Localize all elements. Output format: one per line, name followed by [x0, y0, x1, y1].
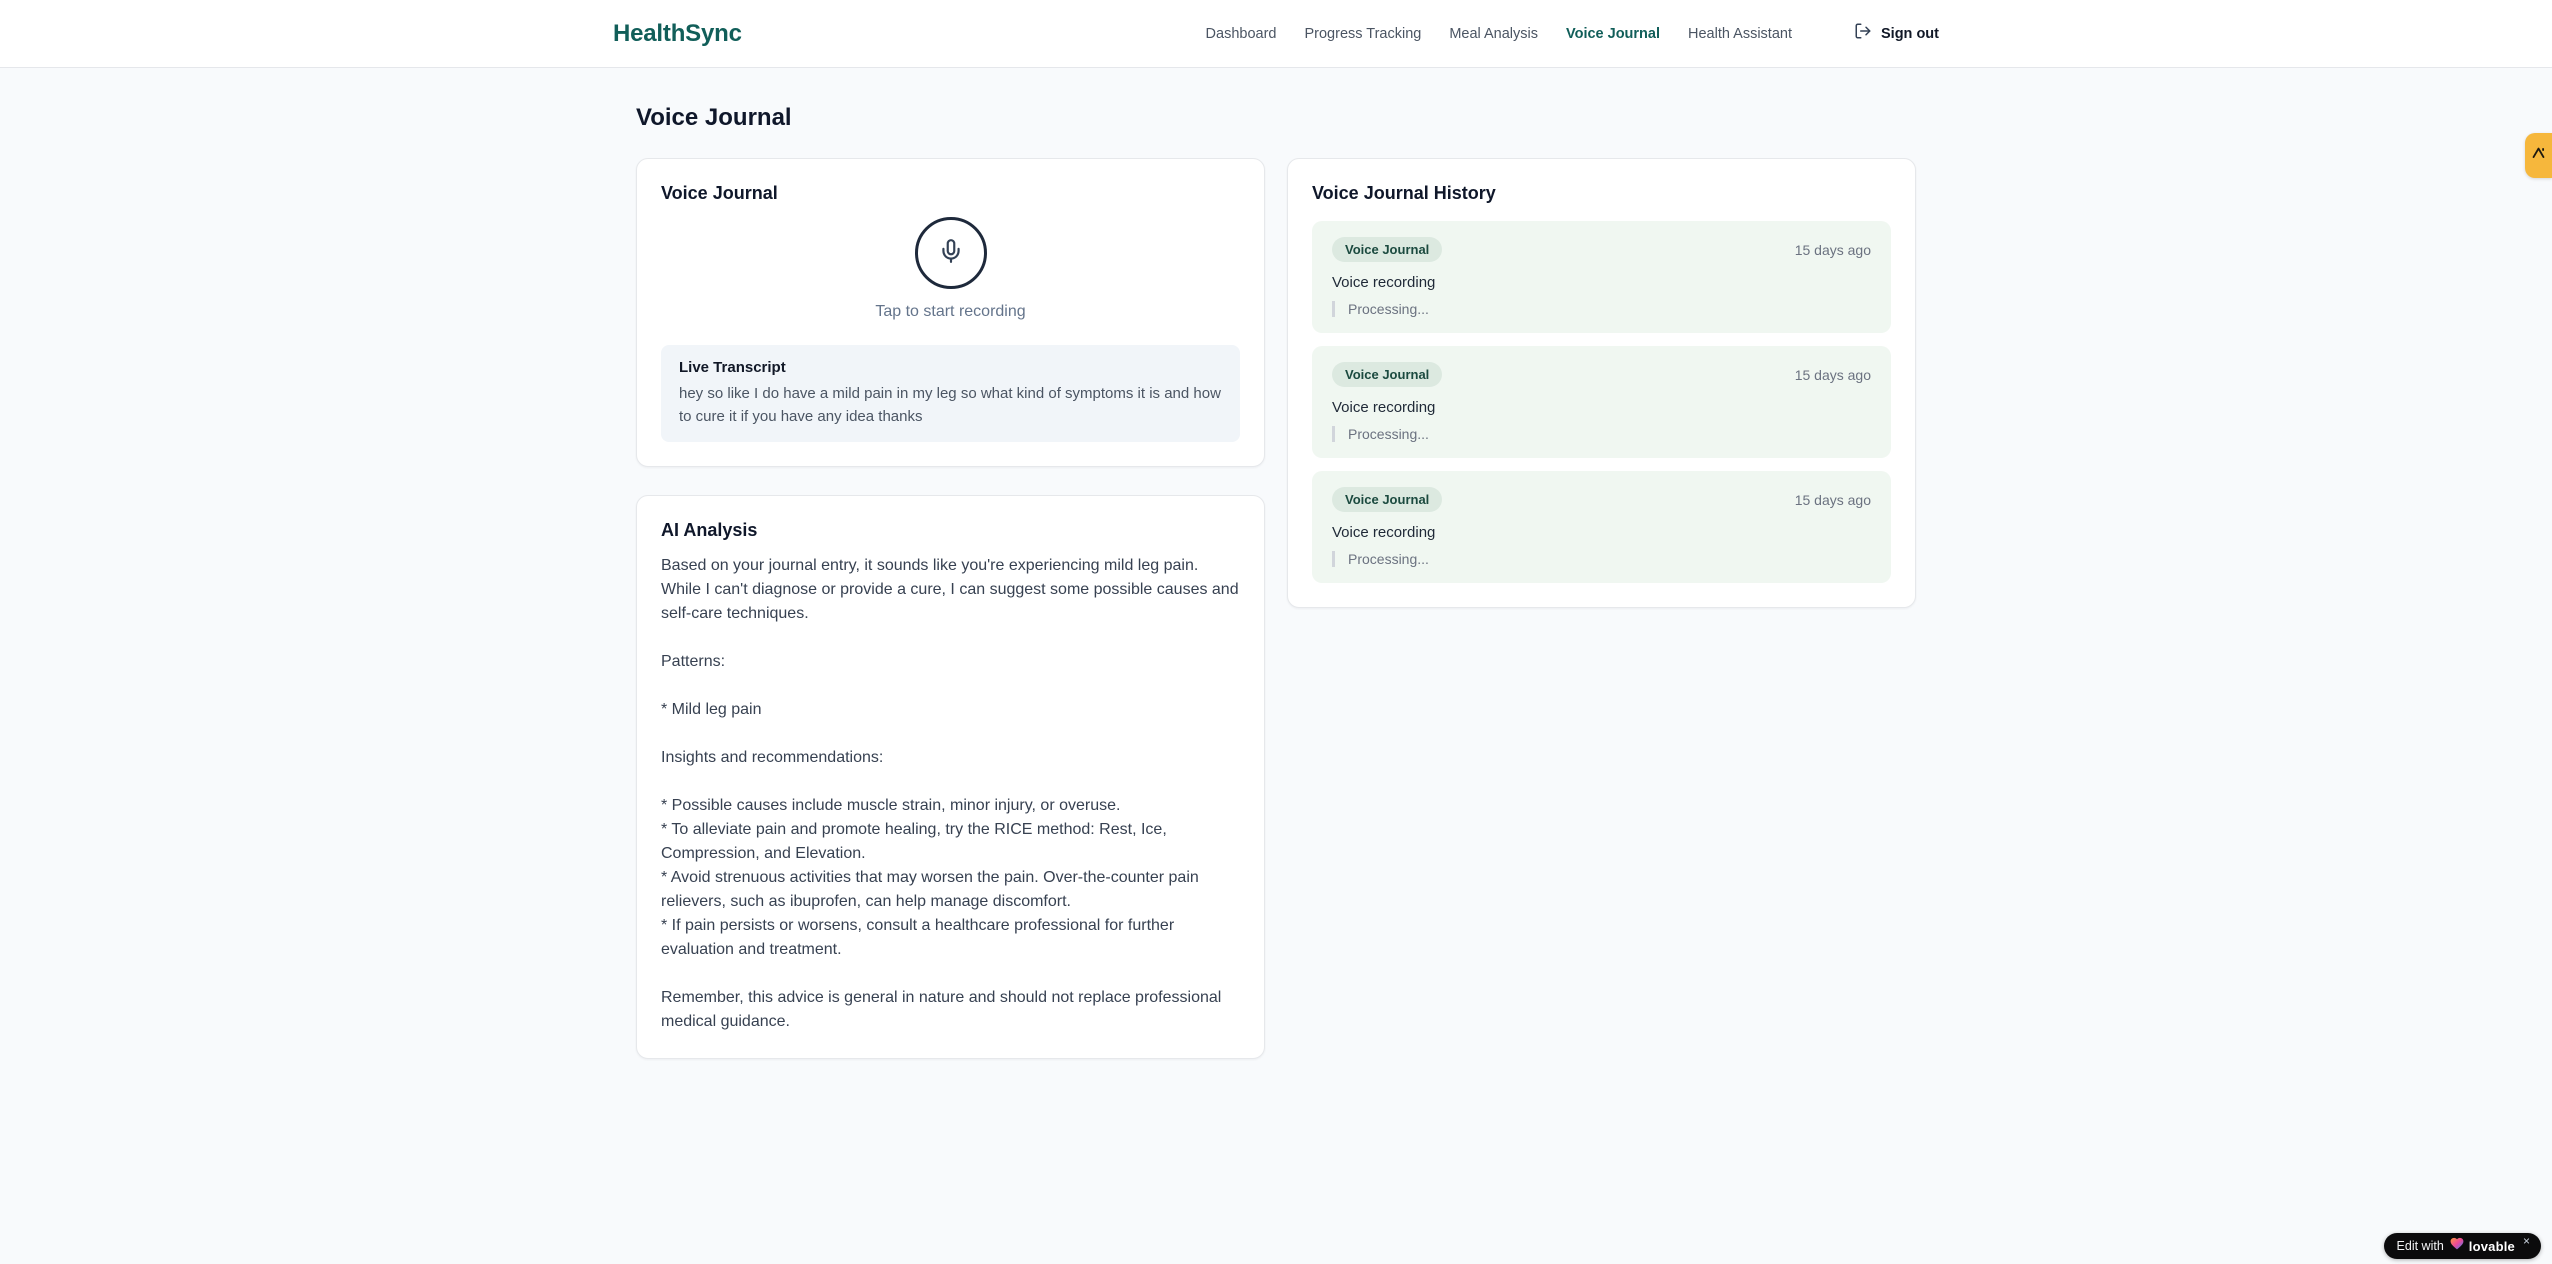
- recorder-card-title: Voice Journal: [661, 183, 778, 203]
- entry-title: Voice recording: [1332, 524, 1436, 541]
- nav-meal-analysis[interactable]: Meal Analysis: [1449, 26, 1538, 42]
- history-entry[interactable]: Voice Journal 15 days ago Voice recordin…: [1312, 471, 1891, 583]
- badge-close-icon[interactable]: ×: [2523, 1234, 2530, 1248]
- tap-to-record-hint: Tap to start recording: [875, 303, 1026, 320]
- entry-status: Processing...: [1332, 551, 1871, 567]
- entry-type-badge: Voice Journal: [1332, 362, 1443, 387]
- entry-title: Voice recording: [1332, 274, 1436, 291]
- history-card-title: Voice Journal History: [1312, 183, 1496, 203]
- sign-out-label: Sign out: [1881, 25, 1939, 42]
- app-logo[interactable]: HealthSync: [613, 20, 742, 48]
- log-out-icon: [1854, 22, 1872, 45]
- page-title: Voice Journal: [636, 104, 792, 131]
- entry-timestamp: 15 days ago: [1794, 241, 1871, 258]
- live-transcript-text: hey so like I do have a mild pain in my …: [679, 385, 1221, 425]
- entry-status: Processing...: [1332, 426, 1871, 442]
- main-nav: Dashboard Progress Tracking Meal Analysi…: [1206, 22, 1939, 45]
- entry-status: Processing...: [1332, 301, 1871, 317]
- lovable-brand-label: lovable: [2468, 1238, 2515, 1254]
- header: HealthSync Dashboard Progress Tracking M…: [0, 0, 2552, 68]
- main-content: Voice Journal Voice Journal Tap to start…: [636, 68, 1916, 1059]
- history-entry[interactable]: Voice Journal 15 days ago Voice recordin…: [1312, 221, 1891, 333]
- voice-journal-history-card: Voice Journal History Voice Journal 15 d…: [1287, 158, 1916, 608]
- history-entry[interactable]: Voice Journal 15 days ago Voice recordin…: [1312, 346, 1891, 458]
- nav-progress-tracking[interactable]: Progress Tracking: [1304, 26, 1421, 42]
- ai-analysis-body: Based on your journal entry, it sounds l…: [661, 557, 1239, 1030]
- caret-logo-icon: [2530, 145, 2547, 167]
- nav-voice-journal[interactable]: Voice Journal: [1566, 26, 1660, 42]
- record-button[interactable]: [914, 217, 987, 289]
- entry-title: Voice recording: [1332, 399, 1436, 416]
- history-list: Voice Journal 15 days ago Voice recordin…: [1312, 221, 1891, 583]
- live-transcript-box: Live Transcript hey so like I do have a …: [661, 345, 1240, 442]
- microphone-icon: [938, 238, 964, 269]
- ai-analysis-card: AI Analysis Based on your journal entry,…: [636, 495, 1265, 1059]
- entry-type-badge: Voice Journal: [1332, 487, 1443, 512]
- edge-logo-tab[interactable]: [2525, 133, 2552, 178]
- entry-type-badge: Voice Journal: [1332, 237, 1443, 262]
- lovable-prefix-label: Edit with: [2396, 1239, 2444, 1253]
- nav-health-assistant[interactable]: Health Assistant: [1688, 26, 1792, 42]
- live-transcript-title: Live Transcript: [679, 359, 786, 376]
- voice-recorder-card: Voice Journal Tap to start recording Liv…: [636, 158, 1265, 467]
- entry-timestamp: 15 days ago: [1794, 491, 1871, 508]
- gradient-heart-icon: [2450, 1237, 2469, 1255]
- entry-timestamp: 15 days ago: [1794, 366, 1871, 383]
- edit-with-lovable-badge[interactable]: Edit with lovable ×: [2383, 1233, 2541, 1259]
- nav-dashboard[interactable]: Dashboard: [1206, 26, 1277, 42]
- sign-out-button[interactable]: Sign out: [1854, 22, 1939, 45]
- ai-analysis-title: AI Analysis: [661, 520, 758, 540]
